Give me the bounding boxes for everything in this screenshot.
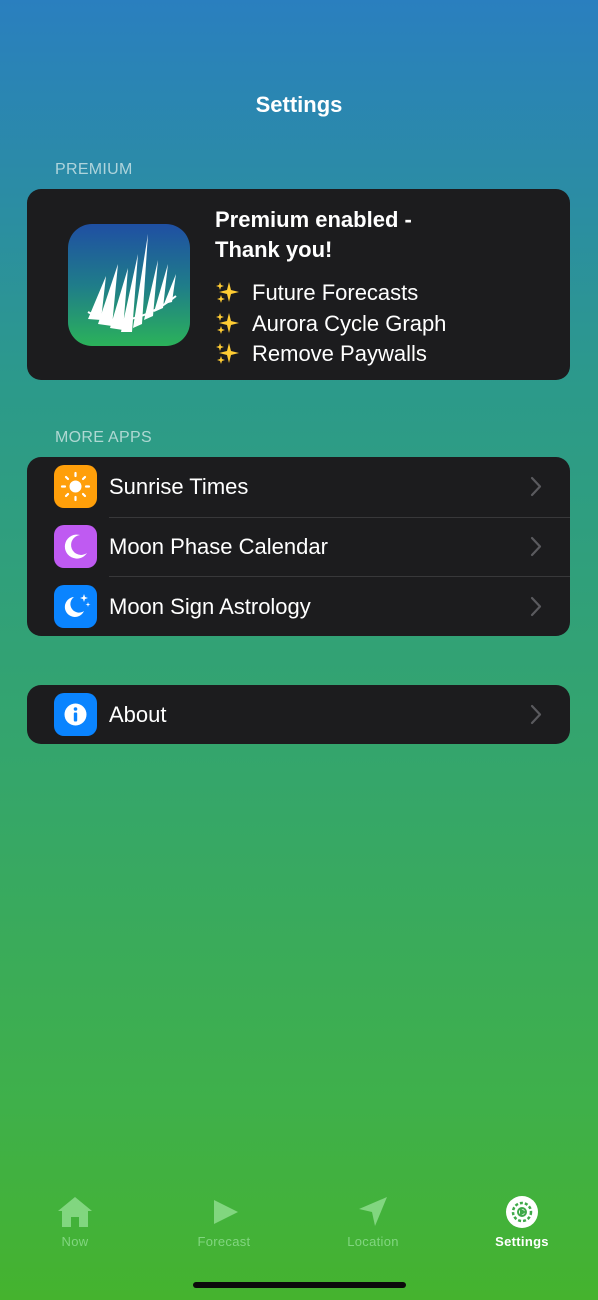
- gear-icon: [506, 1196, 538, 1228]
- tab-forecast[interactable]: Forecast: [164, 1190, 284, 1249]
- more-apps-section-header: MORE APPS: [55, 429, 152, 446]
- home-indicator: [193, 1282, 406, 1288]
- sunrise-times-label: Sunrise Times: [109, 474, 249, 499]
- chevron-right-icon: [530, 476, 542, 497]
- play-icon: [214, 1200, 238, 1224]
- location-arrow-icon: [359, 1197, 387, 1226]
- page-title: Settings: [255, 92, 343, 117]
- feature-item: Future Forecasts: [215, 278, 446, 309]
- house-icon: [58, 1197, 92, 1227]
- more-apps-item-sunrise-times[interactable]: Sunrise Times: [27, 457, 570, 516]
- about-label: About: [109, 702, 167, 727]
- tab-bar: Now Forecast Location Settings: [0, 1190, 598, 1260]
- tab-settings-label: Settings: [495, 1234, 549, 1249]
- premium-section-header: PREMIUM: [55, 161, 133, 178]
- feature-item: Remove Paywalls: [215, 339, 446, 370]
- info-icon: [54, 693, 97, 736]
- chevron-right-icon: [530, 704, 542, 725]
- tab-location-label: Location: [347, 1234, 399, 1249]
- feature-item: Aurora Cycle Graph: [215, 309, 446, 340]
- tab-now-label: Now: [61, 1234, 89, 1249]
- aurora-app-icon: [68, 224, 190, 346]
- tab-settings[interactable]: Settings: [462, 1190, 582, 1249]
- moon-stars-icon: [54, 585, 97, 628]
- premium-card: Premium enabled - Thank you! Future Fore…: [27, 189, 570, 380]
- more-apps-card: Sunrise Times Moon Phase Calendar Moon S…: [27, 457, 570, 636]
- chevron-right-icon: [530, 596, 542, 617]
- about-card: About: [27, 685, 570, 744]
- sparkles-icon: [216, 312, 239, 334]
- crescent-moon-icon: [54, 525, 97, 568]
- tab-now[interactable]: Now: [15, 1190, 135, 1249]
- sparkles-icon: [216, 343, 239, 364]
- moon-phase-calendar-label: Moon Phase Calendar: [109, 534, 328, 559]
- about-row[interactable]: About: [27, 685, 570, 744]
- moon-sign-astrology-label: Moon Sign Astrology: [109, 594, 311, 619]
- tab-location[interactable]: Location: [313, 1190, 433, 1249]
- sparkles-icon: [216, 282, 239, 303]
- more-apps-item-moon-sign-astrology[interactable]: Moon Sign Astrology: [27, 577, 570, 636]
- chevron-right-icon: [530, 536, 542, 557]
- more-apps-item-moon-phase-calendar[interactable]: Moon Phase Calendar: [27, 517, 570, 576]
- sun-icon: [54, 465, 97, 508]
- premium-title: Premium enabled - Thank you!: [215, 207, 412, 262]
- premium-feature-list: Future Forecasts Aurora Cycle Graph Remo…: [215, 278, 446, 370]
- tab-forecast-label: Forecast: [197, 1234, 251, 1249]
